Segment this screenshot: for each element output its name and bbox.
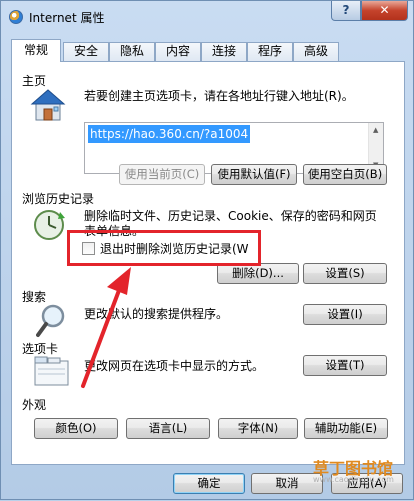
tab-connections[interactable]: 连接	[201, 42, 247, 61]
tabs-group-label: 选项卡	[22, 342, 59, 356]
tab-advanced[interactable]: 高级	[293, 42, 339, 61]
accessibility-button[interactable]: 辅助功能(E)	[304, 418, 388, 439]
general-tab-panel: 主页 若要创建主页选项卡，请在各地址行键入地址(R)。 https://hao.…	[11, 61, 405, 465]
tab-content[interactable]: 内容	[155, 42, 201, 61]
magnifier-icon	[36, 304, 65, 337]
internet-explorer-icon	[9, 10, 23, 24]
tabs-settings-button[interactable]: 设置(T)	[303, 355, 387, 376]
use-blank-button[interactable]: 使用空白页(B)	[303, 164, 387, 185]
use-default-button[interactable]: 使用默认值(F)	[211, 164, 297, 185]
close-button[interactable]: ✕	[361, 1, 408, 21]
delete-on-exit-checkbox[interactable]	[82, 242, 95, 255]
history-settings-button[interactable]: 设置(S)	[303, 263, 387, 284]
delete-history-button[interactable]: 删除(D)...	[217, 263, 299, 284]
tab-general[interactable]: 常规	[11, 39, 61, 62]
history-description-line1: 删除临时文件、历史记录、Cookie、保存的密码和网页	[84, 209, 377, 223]
tab-security[interactable]: 安全	[63, 42, 109, 61]
watermark-url: www.caodingtu.com	[313, 475, 394, 484]
history-description-line2: 表单信息。	[84, 224, 145, 238]
fonts-button[interactable]: 字体(N)	[218, 418, 298, 439]
help-button[interactable]: ?	[331, 1, 361, 21]
homepage-group-label: 主页	[22, 74, 47, 88]
delete-on-exit-label[interactable]: 退出时删除浏览历史记录(W	[100, 240, 249, 257]
title-bar[interactable]: Internet 属性 ? ✕	[1, 1, 414, 33]
history-clock-icon	[34, 210, 65, 240]
use-current-button[interactable]: 使用当前页(C)	[119, 164, 205, 185]
history-group-label: 浏览历史记录	[22, 192, 95, 206]
search-description: 更改默认的搜索提供程序。	[84, 307, 229, 321]
house-icon	[30, 89, 66, 121]
search-settings-button[interactable]: 设置(I)	[303, 304, 387, 325]
appearance-group-label: 外观	[22, 398, 47, 412]
tabs-description: 更改网页在选项卡中显示的方式。	[84, 359, 265, 373]
homepage-url-text: https://hao.360.cn/?a1004	[88, 125, 251, 143]
homepage-description: 若要创建主页选项卡，请在各地址行键入地址(R)。	[84, 89, 354, 103]
tab-strip: 常规 安全 隐私 内容 连接 程序 高级	[11, 39, 407, 62]
search-group-label: 搜索	[22, 290, 47, 304]
internet-options-dialog: Internet 属性 ? ✕ 常规 安全 隐私 内容 连接 程序 高级 主页 …	[0, 0, 414, 500]
window-title: Internet 属性	[29, 11, 105, 25]
languages-button[interactable]: 语言(L)	[126, 418, 210, 439]
tabs-window-icon	[34, 356, 69, 386]
tab-programs[interactable]: 程序	[247, 42, 293, 61]
colors-button[interactable]: 颜色(O)	[34, 418, 118, 439]
tab-privacy[interactable]: 隐私	[109, 42, 155, 61]
scroll-up-icon[interactable]: ▲	[373, 126, 378, 134]
ok-button[interactable]: 确定	[173, 473, 245, 494]
